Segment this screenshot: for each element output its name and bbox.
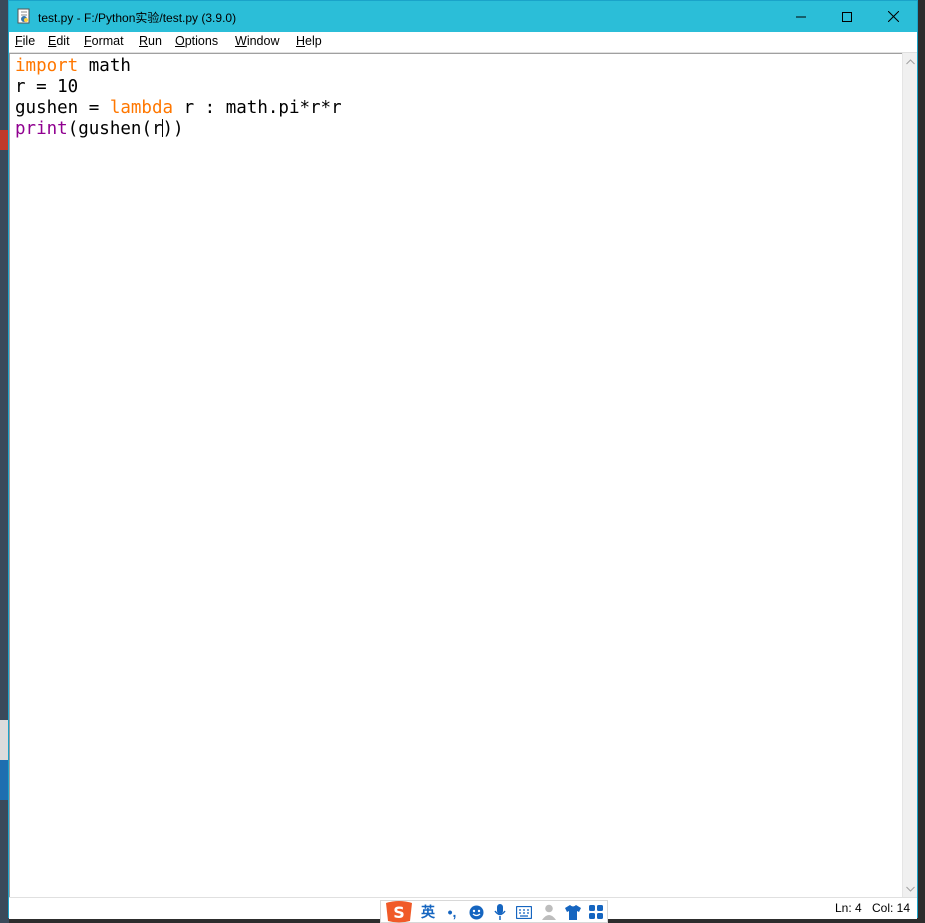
window-title: test.py - F:/Python实验/test.py (3.9.0) <box>38 11 237 25</box>
user-icon[interactable] <box>540 903 558 921</box>
sogou-logo-icon[interactable]: S <box>384 901 414 923</box>
emoji-icon[interactable] <box>467 903 485 921</box>
menu-help[interactable]: Help <box>296 34 322 48</box>
minimize-icon <box>796 16 806 17</box>
line-number: Ln: 4 <box>835 901 862 915</box>
ime-toolbar: S 英 •, <box>380 900 608 923</box>
close-button[interactable] <box>870 1 916 32</box>
menu-options[interactable]: Options <box>175 34 218 48</box>
python-file-icon <box>17 8 30 24</box>
maximize-icon <box>842 11 852 22</box>
menu-window[interactable]: Window <box>235 34 279 48</box>
menu-edit[interactable]: Edit <box>48 34 70 48</box>
code-line-1: import math <box>15 56 131 76</box>
code-line-4: print(gushen(r)) <box>15 119 184 139</box>
close-icon <box>887 11 899 22</box>
ime-language-toggle[interactable]: 英 <box>419 903 437 921</box>
minimize-button[interactable] <box>778 1 824 32</box>
shirt-icon[interactable] <box>564 903 582 921</box>
menu-run[interactable]: Run <box>139 34 162 48</box>
idle-editor-window: test.py - F:/Python实验/test.py (3.9.0) Fi… <box>8 0 918 919</box>
menu-format[interactable]: Format <box>84 34 124 48</box>
microphone-icon[interactable] <box>491 903 509 921</box>
scroll-up-button[interactable] <box>903 53 918 70</box>
ime-punctuation-toggle[interactable]: •, <box>443 903 461 921</box>
chevron-down-icon <box>906 886 915 892</box>
svg-text:S: S <box>393 903 405 922</box>
code-line-2: r = 10 <box>15 77 79 97</box>
menu-file[interactable]: File <box>15 34 35 48</box>
chevron-up-icon <box>906 58 915 64</box>
code-editor[interactable]: import math r = 10 gushen = lambda r : mat… <box>9 53 902 897</box>
column-number: Col: 14 <box>872 901 911 915</box>
grid-icon[interactable] <box>587 903 605 921</box>
maximize-button[interactable] <box>824 1 870 32</box>
scroll-down-button[interactable] <box>903 880 918 897</box>
vertical-scrollbar[interactable] <box>902 53 917 897</box>
title-bar[interactable]: test.py - F:/Python实验/test.py (3.9.0) <box>9 1 917 32</box>
menu-bar: File Edit Format Run Options Window Help <box>9 32 917 53</box>
keyboard-icon[interactable] <box>515 903 533 921</box>
code-line-3: gushen = lambda r : math.pi*r*r <box>15 98 342 118</box>
code-text[interactable]: import math r = 10 gushen = lambda r : mat… <box>15 56 342 140</box>
